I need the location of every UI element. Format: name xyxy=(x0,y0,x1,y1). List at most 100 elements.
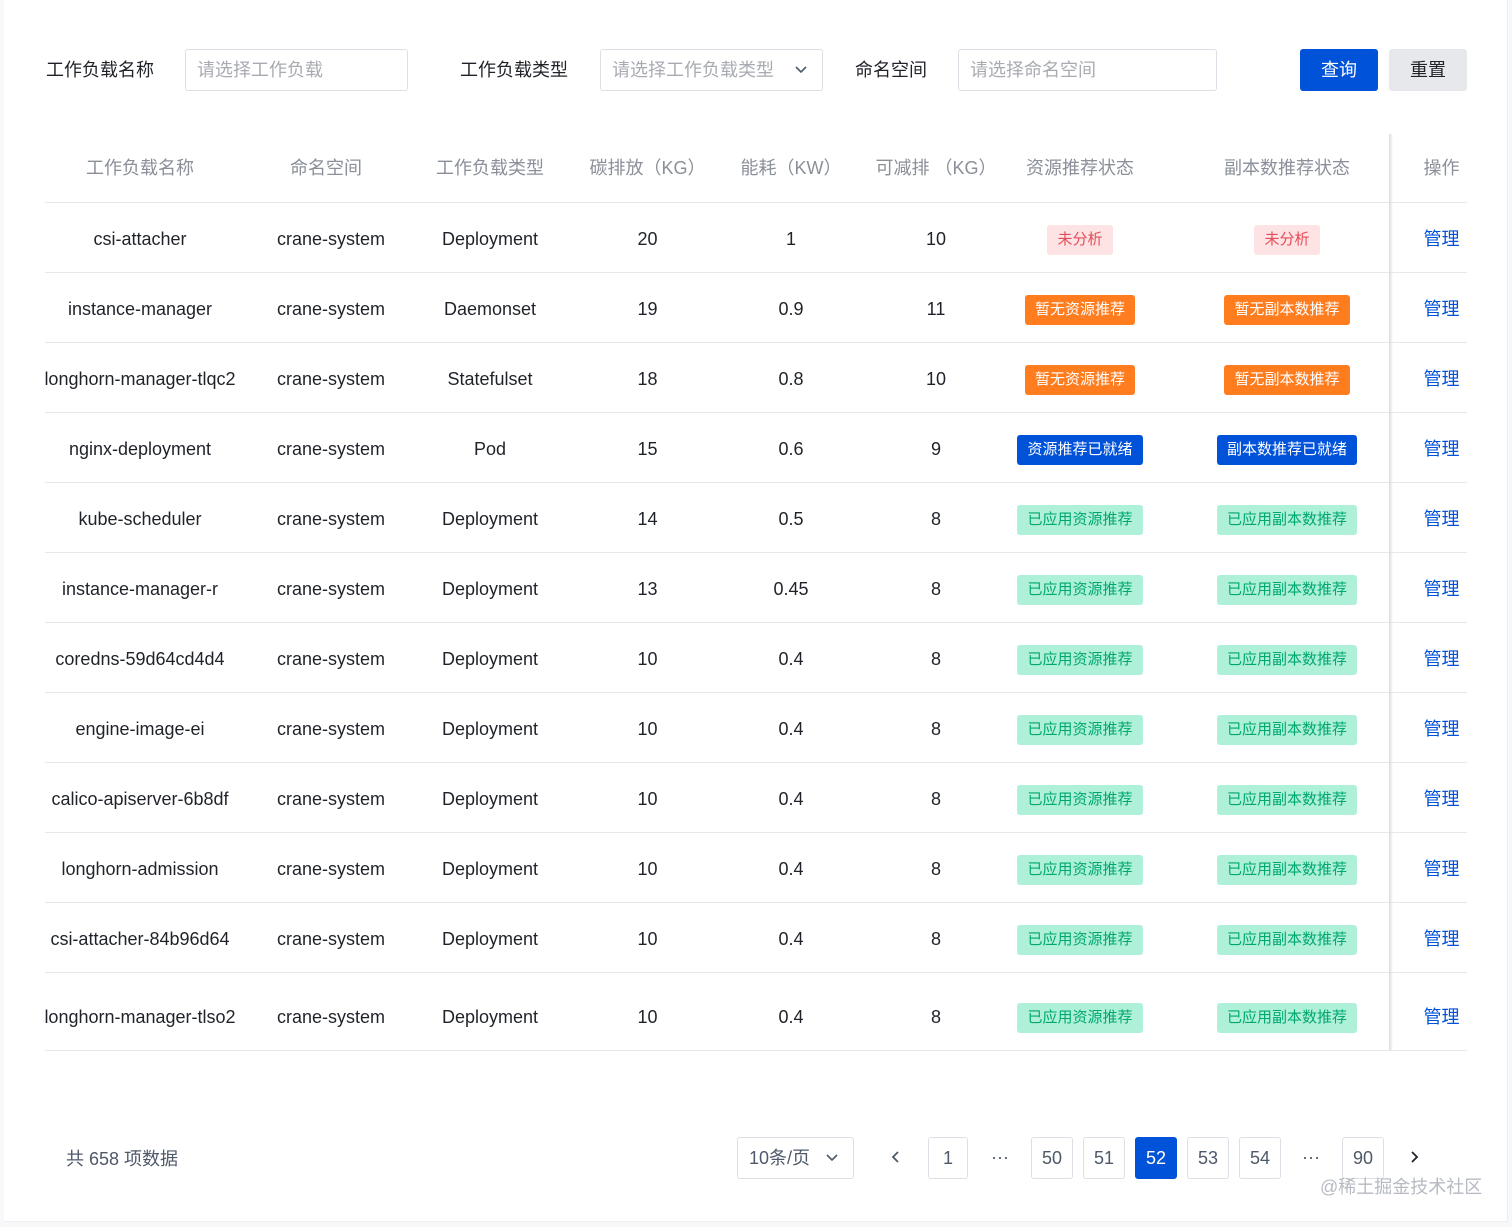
cell-namespace: crane-system xyxy=(276,229,386,249)
cell-action: 管理 xyxy=(1400,204,1483,274)
cell-carbon: 14 xyxy=(637,509,658,529)
ellipsis-prev[interactable]: ··· xyxy=(980,1137,1020,1179)
table-row: kube-scheduler crane-system Deployment 14 0.… xyxy=(0,484,1512,554)
replica-status-badge-cell: 暂无副本数推荐 xyxy=(1197,274,1377,344)
cell-action: 管理 xyxy=(1400,764,1483,834)
manage-link[interactable]: 管理 xyxy=(1424,649,1460,669)
cell-workload-name: engine-image-ei xyxy=(75,719,205,739)
cell-action: 管理 xyxy=(1400,414,1483,484)
cell-energy: 0.4 xyxy=(778,789,804,809)
manage-link[interactable]: 管理 xyxy=(1424,299,1460,319)
replica-status-badge: 暂无副本数推荐 xyxy=(1224,365,1350,396)
resource-status-badge: 已应用资源推荐 xyxy=(1017,925,1143,956)
cell-energy: 0.8 xyxy=(778,369,804,389)
cell-action: 管理 xyxy=(1400,694,1483,764)
table-row: csi-attacher crane-system Deployment 20 1 10 未… xyxy=(0,204,1512,274)
page-button-1[interactable]: 1 xyxy=(928,1137,968,1179)
replica-status-badge: 已应用副本数推荐 xyxy=(1216,1003,1357,1034)
resource-status-badge: 已应用资源推荐 xyxy=(1017,1003,1143,1034)
manage-link[interactable]: 管理 xyxy=(1424,439,1460,459)
cell-action: 管理 xyxy=(1400,624,1483,694)
cell-workload-name: instance-manager xyxy=(67,299,213,319)
cell-energy: 0.45 xyxy=(773,579,809,599)
resource-status-badge-cell: 暂无资源推荐 xyxy=(1010,344,1150,414)
cell-workload-type: Deployment xyxy=(441,929,539,949)
chevron-right-icon xyxy=(1411,1151,1419,1163)
page-button-50[interactable]: 50 xyxy=(1031,1137,1073,1179)
cell-workload-type: Pod xyxy=(473,439,507,459)
page-button-52-current[interactable]: 52 xyxy=(1135,1137,1177,1179)
manage-link[interactable]: 管理 xyxy=(1424,509,1460,529)
manage-link[interactable]: 管理 xyxy=(1424,789,1460,809)
page-size-select[interactable]: 10条/页 xyxy=(737,1137,854,1179)
table-row: longhorn-manager-tlqc2 crane-system Statef… xyxy=(0,344,1512,414)
manage-link[interactable]: 管理 xyxy=(1424,719,1460,739)
column-header-namespace: 命名空间 xyxy=(290,158,362,178)
row-divider xyxy=(45,342,1467,343)
table-row: engine-image-ei crane-system Deployment 10 0… xyxy=(0,694,1512,764)
chevron-down-icon xyxy=(825,1138,839,1193)
reset-button[interactable]: 重置 xyxy=(1389,49,1467,91)
resource-status-badge: 已应用资源推荐 xyxy=(1017,785,1143,816)
query-button[interactable]: 查询 xyxy=(1300,49,1378,91)
cell-carbon: 20 xyxy=(637,229,658,249)
manage-link[interactable]: 管理 xyxy=(1424,859,1460,879)
resource-status-badge-cell: 已应用资源推荐 xyxy=(1010,764,1150,834)
cell-namespace: crane-system xyxy=(276,649,386,669)
cell-reducible: 8 xyxy=(930,929,941,949)
replica-status-badge-cell: 副本数推荐已就绪 xyxy=(1197,414,1377,484)
namespace-input[interactable]: 请选择命名空间 xyxy=(958,49,1217,91)
page-button-53[interactable]: 53 xyxy=(1187,1137,1229,1179)
column-header-replica-status: 副本数推荐状态 xyxy=(1224,158,1350,178)
cell-workload-name: csi-attacher xyxy=(93,229,187,249)
replica-status-badge-cell: 暂无副本数推荐 xyxy=(1197,344,1377,414)
resource-status-badge: 已应用资源推荐 xyxy=(1017,645,1143,676)
cell-carbon: 10 xyxy=(637,929,658,949)
cell-workload-type: Deployment xyxy=(441,579,539,599)
page-button-54[interactable]: 54 xyxy=(1239,1137,1281,1179)
row-divider xyxy=(45,272,1467,273)
resource-status-badge: 暂无资源推荐 xyxy=(1024,365,1135,396)
manage-link[interactable]: 管理 xyxy=(1424,1007,1460,1027)
resource-status-badge-cell: 未分析 xyxy=(1010,204,1150,274)
cell-reducible: 8 xyxy=(930,509,941,529)
cell-action: 管理 xyxy=(1400,904,1483,974)
cell-workload-type: Deployment xyxy=(441,789,539,809)
row-divider xyxy=(45,832,1467,833)
row-divider xyxy=(45,482,1467,483)
cell-workload-name: csi-attacher-84b96d64 xyxy=(50,929,230,949)
total-count: 共 658 项数据 xyxy=(66,1149,179,1169)
cell-carbon: 19 xyxy=(637,299,658,319)
resource-status-badge-cell: 已应用资源推荐 xyxy=(1010,694,1150,764)
cell-workload-name: longhorn-manager-tlqc2 xyxy=(44,369,236,389)
replica-status-badge: 已应用副本数推荐 xyxy=(1216,715,1357,746)
page-button-51[interactable]: 51 xyxy=(1083,1137,1125,1179)
row-divider xyxy=(45,552,1467,553)
cell-reducible: 10 xyxy=(925,229,947,249)
cell-energy: 0.4 xyxy=(778,1007,804,1027)
manage-link[interactable]: 管理 xyxy=(1424,369,1460,389)
cell-namespace: crane-system xyxy=(276,789,386,809)
manage-link[interactable]: 管理 xyxy=(1424,579,1460,599)
prev-page-button[interactable] xyxy=(878,1137,914,1179)
workload-name-input[interactable]: 请选择工作负载 xyxy=(185,49,408,91)
cell-workload-type: Deployment xyxy=(441,1007,539,1027)
manage-link[interactable]: 管理 xyxy=(1424,929,1460,949)
replica-status-badge-cell: 已应用副本数推荐 xyxy=(1197,904,1377,974)
cell-energy: 0.4 xyxy=(778,719,804,739)
cell-workload-type: Statefulset xyxy=(447,369,533,389)
cell-reducible: 8 xyxy=(930,649,941,669)
cell-carbon: 10 xyxy=(637,1007,658,1027)
resource-status-badge-cell: 已应用资源推荐 xyxy=(1010,904,1150,974)
replica-status-badge: 已应用副本数推荐 xyxy=(1216,575,1357,606)
replica-status-badge-cell: 已应用副本数推荐 xyxy=(1197,834,1377,904)
cell-workload-name: longhorn-admission xyxy=(61,859,219,879)
header-divider xyxy=(45,202,1467,203)
workload-type-select[interactable]: 请选择工作负载类型 xyxy=(600,49,823,91)
row-divider xyxy=(45,762,1467,763)
cell-carbon: 15 xyxy=(637,439,658,459)
resource-status-badge-cell: 已应用资源推荐 xyxy=(1010,834,1150,904)
cell-reducible: 8 xyxy=(930,719,941,739)
cell-workload-name: longhorn-manager-tlso2 xyxy=(44,1007,236,1027)
manage-link[interactable]: 管理 xyxy=(1424,229,1460,249)
